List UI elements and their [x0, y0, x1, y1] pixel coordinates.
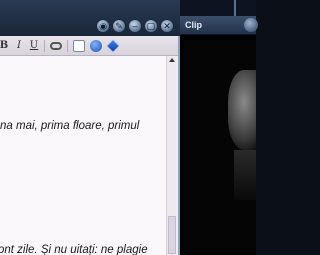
window-controls: ◉ ✎ – ▢ ✕	[96, 19, 174, 33]
globe-icon[interactable]	[90, 39, 102, 52]
clip-header: Clip	[180, 16, 258, 35]
clip-title: Clip	[185, 20, 202, 30]
text-line-2: ont zile. Și nu uitați: ne plagie	[0, 244, 148, 255]
tag-icon[interactable]	[106, 38, 120, 53]
toolbar-divider	[44, 39, 45, 52]
title-bar: ◉ ✎ – ▢ ✕	[0, 0, 180, 36]
close-icon[interactable]: ✕	[160, 19, 174, 33]
formatting-toolbar: B I U	[0, 36, 178, 56]
toolbar-divider	[67, 39, 68, 52]
underline-button[interactable]: U	[29, 39, 39, 53]
taskbar-strip	[180, 0, 256, 16]
document-icon[interactable]	[73, 39, 85, 52]
minimize-icon[interactable]: –	[128, 19, 142, 33]
text-line-1: na mai, prima floare, primul	[0, 120, 140, 132]
editor-content[interactable]: na mai, prima floare, primul ont zile. Ș…	[0, 56, 166, 255]
wrench-icon[interactable]: ✎	[112, 19, 126, 33]
video-figure	[228, 70, 256, 150]
clip-panel: Clip	[180, 16, 258, 255]
video-shadow	[234, 150, 256, 200]
link-icon[interactable]	[50, 41, 62, 50]
vertical-scrollbar[interactable]	[166, 56, 177, 255]
italic-button[interactable]: I	[14, 39, 24, 53]
bold-button[interactable]: B	[0, 39, 9, 53]
text-editor: B I U na mai, prima floare, primul ont z…	[0, 36, 180, 255]
clip-close-icon[interactable]	[244, 18, 258, 32]
restore-icon[interactable]: ▢	[144, 19, 158, 33]
scroll-thumb[interactable]	[168, 216, 176, 254]
camera-icon[interactable]: ◉	[96, 19, 110, 33]
video-preview[interactable]	[184, 40, 256, 252]
scroll-up-arrow-icon[interactable]	[169, 58, 175, 62]
divider	[234, 0, 236, 16]
